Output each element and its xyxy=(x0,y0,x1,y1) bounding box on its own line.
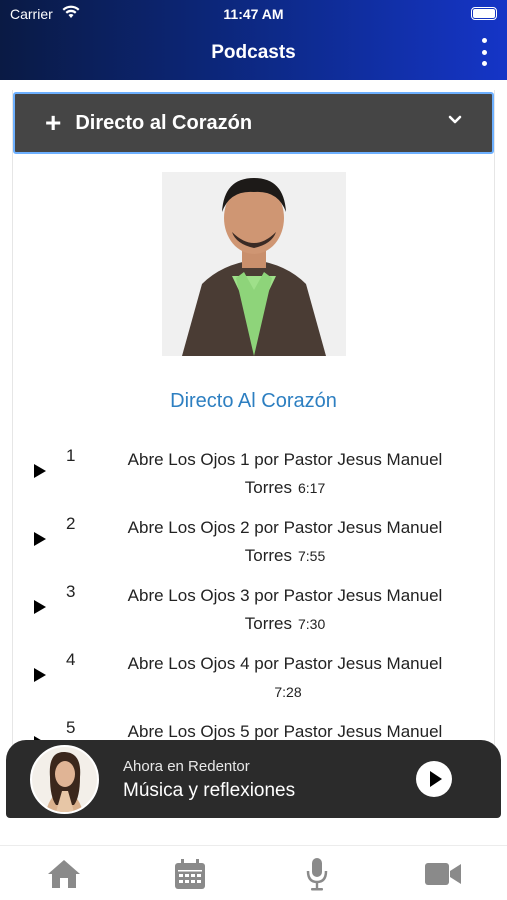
episode-title: Abre Los Ojos 2 por Pastor Jesus Manuel … xyxy=(127,518,443,565)
episode-duration: 7:28 xyxy=(274,684,302,700)
episode-title: Abre Los Ojos 3 por Pastor Jesus Manuel … xyxy=(127,586,443,633)
tab-podcasts[interactable] xyxy=(297,856,337,892)
play-icon[interactable] xyxy=(34,532,46,546)
microphone-icon xyxy=(306,858,328,891)
video-camera-icon xyxy=(425,863,461,885)
calendar-icon xyxy=(175,859,205,889)
show-title: Directo Al Corazón xyxy=(170,390,337,412)
episode-row[interactable]: 2 Abre Los Ojos 2 por Pastor Jesus Manue… xyxy=(0,514,507,574)
episode-number: 3 xyxy=(66,582,76,601)
battery-icon xyxy=(471,7,497,20)
episode-number: 2 xyxy=(66,514,76,533)
now-playing-avatar xyxy=(30,745,99,814)
tab-video[interactable] xyxy=(423,856,463,892)
play-button[interactable] xyxy=(416,761,452,797)
home-icon xyxy=(48,860,80,888)
now-playing-bar[interactable]: Ahora en Redentor Música y reflexiones xyxy=(6,740,501,818)
play-icon[interactable] xyxy=(34,600,46,614)
more-vertical-icon[interactable] xyxy=(477,38,491,66)
status-bar: Carrier 11:47 AM xyxy=(0,0,507,28)
episode-row[interactable]: 4 Abre Los Ojos 4 por Pastor Jesus Manue… xyxy=(0,650,507,710)
tab-calendar[interactable] xyxy=(170,856,210,892)
app-header: Carrier 11:47 AM Podcasts xyxy=(0,0,507,80)
tab-home[interactable] xyxy=(44,856,84,892)
episode-number: 4 xyxy=(66,650,76,669)
status-time: 11:47 AM xyxy=(223,6,284,22)
episode-number: 1 xyxy=(66,446,76,465)
now-playing-title: Música y reflexiones xyxy=(123,780,296,801)
episode-row[interactable]: 3 Abre Los Ojos 3 por Pastor Jesus Manue… xyxy=(0,582,507,642)
episode-duration: 7:30 xyxy=(297,616,326,632)
page-title: Podcasts xyxy=(211,42,296,63)
episode-duration: 7:55 xyxy=(297,548,326,564)
now-playing-label: Ahora en Redentor xyxy=(123,758,250,775)
play-icon[interactable] xyxy=(34,464,46,478)
host-photo xyxy=(162,172,346,356)
episode-duration: 6:17 xyxy=(297,480,326,496)
podcast-content[interactable]: + Directo al Corazón Directo Al Corazón … xyxy=(0,80,507,745)
episode-title: Abre Los Ojos 4 por Pastor Jesus Manuel … xyxy=(127,654,443,700)
tab-bar xyxy=(0,845,507,900)
episode-title: Abre Los Ojos 1 por Pastor Jesus Manuel … xyxy=(127,450,443,497)
accordion-title: Directo al Corazón xyxy=(75,111,253,134)
play-icon[interactable] xyxy=(34,668,46,682)
episode-number: 5 xyxy=(66,718,76,737)
episode-row[interactable]: 1 Abre Los Ojos 1 por Pastor Jesus Manue… xyxy=(0,446,507,506)
chevron-down-icon xyxy=(448,115,462,124)
plus-icon: + xyxy=(45,107,62,138)
podcast-accordion-header[interactable]: + Directo al Corazón xyxy=(13,92,494,154)
